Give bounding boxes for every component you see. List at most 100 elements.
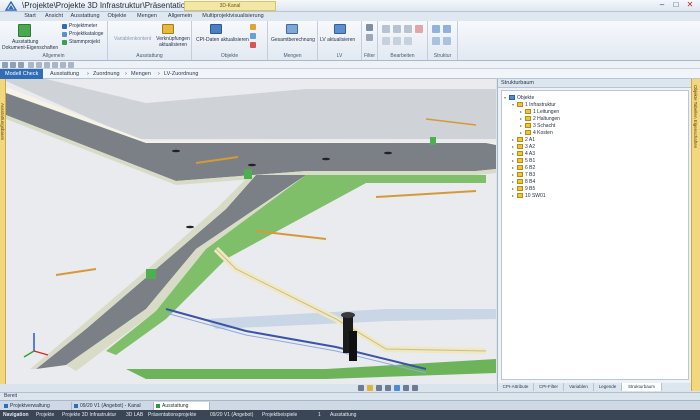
- gesamtberechnung-icon: [286, 24, 298, 34]
- tree-node[interactable]: ▸ 4 A3: [512, 150, 535, 157]
- redo-quick-icon[interactable]: [18, 62, 24, 68]
- cut-icon[interactable]: [382, 25, 390, 33]
- nav-crumb[interactable]: Ausstattung: [330, 410, 356, 420]
- crumb-lv-zuordnung[interactable]: LV-Zuordnung: [164, 69, 198, 79]
- nav-crumb[interactable]: Präsentationsprojekte: [148, 410, 196, 420]
- view-measure-icon[interactable]: [412, 385, 418, 391]
- tab-multiprojektvisualisierung[interactable]: Multiprojektvisualisierung: [198, 12, 268, 21]
- struktur-down-icon[interactable]: [443, 25, 451, 33]
- tree-node[interactable]: ▸ 10 SW01: [512, 192, 546, 199]
- tree-node[interactable]: ▾ 1 Infrastruktur: [512, 101, 556, 108]
- tree-node[interactable]: ▸ 1 Leitungen: [520, 108, 559, 115]
- rename-icon[interactable]: [404, 37, 412, 45]
- view-light-icon[interactable]: [367, 385, 373, 391]
- crumb-ausstattung[interactable]: Ausstattung: [50, 69, 79, 79]
- group-label-objekte: Objekte: [220, 53, 239, 59]
- tree-node[interactable]: ▾ Objekte: [504, 94, 534, 101]
- nav-crumb[interactable]: 09/20 V1 (Angebot): [210, 410, 253, 420]
- filter-clear-icon[interactable]: [366, 34, 373, 41]
- objekte-small-icon-1[interactable]: [250, 24, 256, 30]
- tree-node[interactable]: ▸ 5 B1: [512, 157, 535, 164]
- lv-aktualisieren-button[interactable]: LV aktualisieren: [320, 37, 355, 43]
- paste-icon[interactable]: [404, 25, 412, 33]
- doc-tab-projektverwaltung[interactable]: Projektverwaltung: [2, 402, 72, 410]
- tree-node[interactable]: ▸ 7 B3: [512, 171, 535, 178]
- tree-node[interactable]: ▸ 8 B4: [512, 178, 535, 185]
- save-icon[interactable]: [2, 62, 8, 68]
- view-front-icon[interactable]: [358, 385, 364, 391]
- stammprojekt-button[interactable]: Stammprojekt: [69, 39, 100, 45]
- fit-icon[interactable]: [60, 62, 66, 68]
- rotate-icon[interactable]: [52, 62, 58, 68]
- tab-legende[interactable]: Legende: [594, 383, 622, 391]
- projektkataloge-button[interactable]: Projektkataloge: [69, 31, 103, 37]
- zoom-out-icon[interactable]: [36, 62, 42, 68]
- tree-node-label: 4 Kosten: [533, 130, 553, 136]
- tree-node[interactable]: ▸ 9 B5: [512, 185, 535, 192]
- dokument-eigenschaften-label[interactable]: Dokument-Eigenschaften: [2, 45, 58, 51]
- 3d-scene[interactable]: [6, 79, 496, 384]
- minimize-icon[interactable]: –: [656, 1, 668, 10]
- objects-root-icon: [509, 95, 515, 101]
- nav-crumb[interactable]: 3D LAB: [126, 410, 143, 420]
- tab-cpi-filter[interactable]: CPI-Filter: [534, 383, 564, 391]
- tab-variablen[interactable]: Variablen: [564, 383, 594, 391]
- doc-tab-kanal[interactable]: 09/20 V1 (Angebot) - Kanal: [72, 402, 154, 410]
- copy-icon[interactable]: [393, 25, 401, 33]
- crumb-modell-check[interactable]: Modell Check: [0, 69, 44, 79]
- gesamtberechnung-button[interactable]: Gesamtberechnung: [271, 37, 315, 43]
- tree-node[interactable]: ▸ 3 Schacht: [520, 122, 555, 129]
- doc-tab-icon: [156, 404, 160, 408]
- tab-objekte[interactable]: Objekte: [104, 12, 130, 21]
- group-bearbeiten: Bearbeiten: [378, 21, 428, 60]
- left-strip-label[interactable]: Ausstattungsbaum: [0, 103, 5, 140]
- tab-ausstattung[interactable]: Ausstattung: [68, 12, 102, 21]
- filter-icon[interactable]: [366, 24, 373, 31]
- nav-crumb[interactable]: Projekte 3D Infrastruktur: [62, 410, 116, 420]
- maximize-icon[interactable]: □: [670, 1, 682, 10]
- verknuepfungen-button[interactable]: Verknüpfungen aktualisieren: [156, 36, 190, 48]
- nav-crumb[interactable]: Projektbeispiele: [262, 410, 297, 420]
- undo-icon[interactable]: [382, 37, 390, 45]
- struktur-right-icon[interactable]: [443, 37, 451, 45]
- view-icon[interactable]: [68, 62, 74, 68]
- tree-node[interactable]: ▸ 3 A2: [512, 143, 535, 150]
- view-iso-icon[interactable]: [394, 385, 400, 391]
- cpi-daten-button[interactable]: CPI-Daten aktualisieren: [196, 37, 249, 43]
- delete-icon[interactable]: [415, 25, 423, 33]
- right-dock-strip[interactable]: Objekte Tabellen Eigenschaften: [691, 79, 700, 391]
- 3d-viewport[interactable]: [6, 79, 496, 384]
- zoom-in-icon[interactable]: [28, 62, 34, 68]
- redo-icon[interactable]: [393, 37, 401, 45]
- struktur-up-icon[interactable]: [432, 25, 440, 33]
- tab-mengen[interactable]: Mengen: [134, 12, 160, 21]
- nav-crumb[interactable]: Projekte: [36, 410, 54, 420]
- projektmeter-button[interactable]: Projektmeter: [69, 23, 97, 29]
- struktur-left-icon[interactable]: [432, 37, 440, 45]
- tree-node[interactable]: ▸ 2 Haltungen: [520, 115, 560, 122]
- view-section-icon[interactable]: [403, 385, 409, 391]
- close-icon[interactable]: ✕: [684, 1, 696, 10]
- doc-tab-label: Ausstattung: [162, 403, 189, 409]
- structure-tree[interactable]: ▾ Objekte ▾ 1 Infrastruktur ▸ 1 Leitungen ▸…: [501, 90, 689, 380]
- nav-crumb[interactable]: 1: [318, 410, 321, 420]
- right-strip-label[interactable]: Objekte Tabellen Eigenschaften: [693, 85, 698, 148]
- objekte-small-icon-2[interactable]: [250, 33, 256, 39]
- variablenkontent-button[interactable]: Variablenkontent: [114, 36, 151, 42]
- tab-ansicht[interactable]: Ansicht: [42, 12, 66, 21]
- view-side-icon[interactable]: [385, 385, 391, 391]
- pan-icon[interactable]: [44, 62, 50, 68]
- undo-quick-icon[interactable]: [10, 62, 16, 68]
- tree-node[interactable]: ▸ 2 A1: [512, 136, 535, 143]
- crumb-zuordnung[interactable]: Zuordnung: [93, 69, 120, 79]
- tab-strukturbaum[interactable]: Strukturbaum: [622, 383, 662, 391]
- objekte-small-icon-3[interactable]: [250, 42, 256, 48]
- tree-node[interactable]: ▸ 4 Kosten: [520, 129, 553, 136]
- tree-node[interactable]: ▸ 6 B2: [512, 164, 535, 171]
- tab-start[interactable]: Start: [20, 12, 40, 21]
- doc-tab-ausstattung[interactable]: Ausstattung: [154, 402, 210, 410]
- crumb-mengen[interactable]: Mengen: [131, 69, 151, 79]
- tab-allgemein[interactable]: Allgemein: [166, 12, 194, 21]
- tab-cpi-attribute[interactable]: CPI-Attribute: [498, 383, 534, 391]
- view-top-icon[interactable]: [376, 385, 382, 391]
